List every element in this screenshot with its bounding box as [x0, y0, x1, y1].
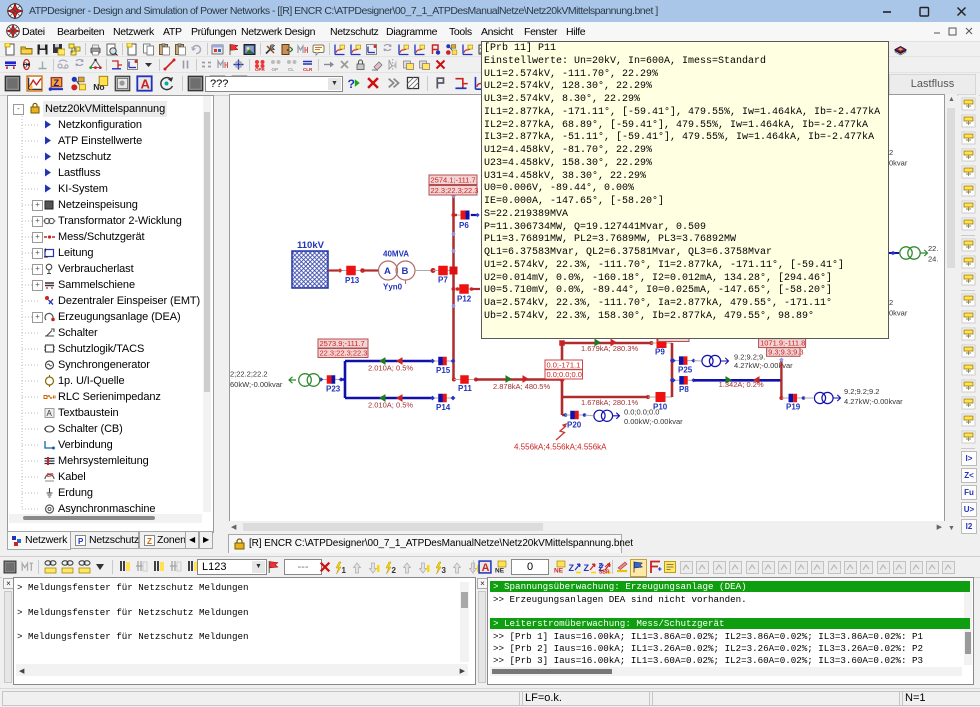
svg-text:CL: CL [288, 67, 294, 71]
svg-text:2: 2 [889, 148, 893, 157]
svg-text:0.0;0.0;0.0: 0.0;0.0;0.0 [547, 370, 582, 379]
svg-text:22.: 22. [928, 244, 938, 253]
svg-text:2.878kA; 480.5%: 2.878kA; 480.5% [493, 382, 550, 391]
svg-text:CLR: CLR [303, 67, 313, 71]
svg-text:P15: P15 [436, 366, 451, 375]
svg-text:1.678kA; 280.1%: 1.678kA; 280.1% [581, 398, 638, 407]
svg-text:P6: P6 [459, 221, 469, 230]
svg-text:Z: Z [584, 563, 590, 573]
svg-text:Z: Z [147, 537, 152, 546]
svg-text:4.27kW;-0.00kvar: 4.27kW;-0.00kvar [844, 397, 903, 406]
svg-text:OPR: OPR [255, 67, 266, 71]
svg-text:2.010A; 0.5%: 2.010A; 0.5% [368, 401, 413, 410]
svg-text:110kV: 110kV [297, 240, 325, 251]
svg-text:22.3;22.3;22.3: 22.3;22.3;22.3 [431, 186, 479, 195]
svg-text:0kvar: 0kvar [889, 309, 908, 318]
svg-text:0.0;0.0;0.0: 0.0;0.0;0.0 [624, 408, 659, 417]
svg-text:4.27kW;-0.00kvar: 4.27kW;-0.00kvar [734, 361, 793, 370]
svg-text:Yyn0: Yyn0 [383, 283, 403, 292]
svg-text:OP: OP [272, 67, 279, 71]
svg-text:2: 2 [889, 298, 893, 307]
svg-text:1: 1 [342, 566, 347, 575]
svg-text:P13: P13 [345, 276, 360, 285]
svg-text:P12: P12 [457, 295, 472, 304]
svg-text:2: 2 [392, 566, 397, 575]
svg-text:P20: P20 [567, 421, 582, 430]
svg-text:3: 3 [442, 566, 447, 575]
svg-text:1.679kA; 280.3%: 1.679kA; 280.3% [581, 344, 638, 353]
svg-text:1.342A; 0.2%: 1.342A; 0.2% [719, 380, 764, 389]
svg-text:9.2;9.2;9.2: 9.2;9.2;9.2 [844, 387, 879, 396]
svg-text:0.00kW;-0.00kvar: 0.00kW;-0.00kvar [624, 417, 683, 426]
svg-text:60kW;-0.00kvar: 60kW;-0.00kvar [230, 380, 283, 389]
svg-text:A: A [140, 77, 150, 92]
svg-text:No: No [93, 82, 104, 92]
svg-text:2574.1;-111.7: 2574.1;-111.7 [431, 176, 476, 185]
svg-text:2;22.2;22.2: 2;22.2;22.2 [230, 370, 268, 379]
svg-text:P8: P8 [679, 385, 689, 394]
svg-text:?: ? [347, 77, 355, 91]
svg-text:P25: P25 [678, 366, 693, 375]
svg-text:22.3;22.3;22.3: 22.3;22.3;22.3 [320, 349, 368, 358]
svg-text:0: 0 [23, 60, 27, 69]
svg-text:P14: P14 [436, 403, 451, 412]
svg-text:A: A [47, 409, 53, 418]
svg-text:P11: P11 [458, 384, 472, 393]
svg-text:P23: P23 [326, 385, 341, 394]
svg-text:A: A [482, 562, 490, 574]
svg-text:40MVA: 40MVA [383, 250, 409, 259]
svg-text:P7: P7 [438, 276, 448, 285]
svg-text:Z: Z [53, 78, 59, 88]
svg-text:P19: P19 [786, 402, 801, 411]
svg-text:CP: CP [47, 473, 55, 479]
svg-text:24.: 24. [928, 255, 938, 264]
svg-text:NE: NE [554, 568, 564, 575]
svg-text:9.3;9.3;9.3: 9.3;9.3;9.3 [768, 347, 803, 356]
svg-text:SBR: SBR [599, 570, 610, 575]
svg-text:0kvar: 0kvar [889, 159, 908, 168]
svg-text:2573.9;-111.7: 2573.9;-111.7 [320, 339, 365, 348]
svg-text:A: A [384, 266, 391, 277]
svg-text:B: B [402, 266, 409, 277]
svg-text:1071.9;-111.8: 1071.9;-111.8 [760, 339, 805, 348]
svg-text:Z: Z [569, 563, 575, 573]
svg-text:4.556kA;4.556kA;4.556kA: 4.556kA;4.556kA;4.556kA [514, 442, 607, 451]
svg-text:0.0;-171.1: 0.0;-171.1 [547, 360, 581, 369]
svg-text:P: P [78, 537, 84, 546]
svg-text:NE: NE [495, 568, 505, 575]
svg-text:2.010A; 0.5%: 2.010A; 0.5% [368, 364, 413, 373]
svg-text:P9: P9 [655, 348, 665, 357]
